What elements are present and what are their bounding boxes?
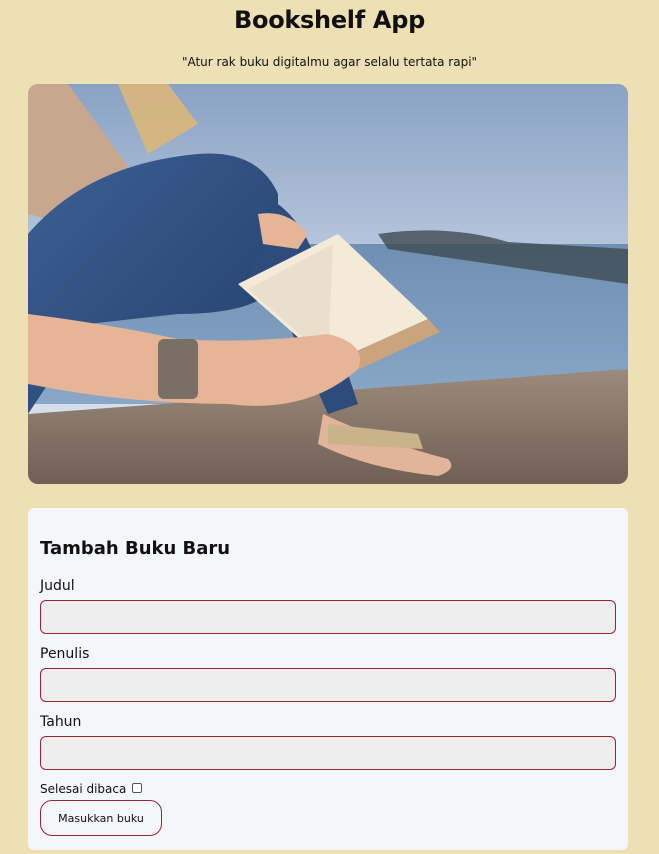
add-book-form: Tambah Buku Baru Judul Penulis Tahun Sel…	[28, 508, 628, 850]
title-label: Judul	[40, 578, 75, 594]
app-title: Bookshelf App	[234, 6, 425, 34]
author-label: Penulis	[40, 646, 90, 662]
year-input[interactable]	[40, 736, 616, 770]
finished-checkbox-label: Selesai dibaca	[40, 782, 127, 796]
hero-image	[28, 84, 628, 484]
title-input[interactable]	[40, 600, 616, 634]
finished-checkbox[interactable]	[132, 783, 143, 793]
submit-book-button[interactable]: Masukkan buku	[40, 800, 162, 836]
author-input[interactable]	[40, 668, 616, 702]
form-heading: Tambah Buku Baru	[40, 538, 231, 559]
year-label: Tahun	[40, 714, 82, 730]
app-tagline: "Atur rak buku digitalmu agar selalu ter…	[181, 55, 478, 69]
finished-checkbox-row: Selesai dibaca	[40, 782, 143, 796]
